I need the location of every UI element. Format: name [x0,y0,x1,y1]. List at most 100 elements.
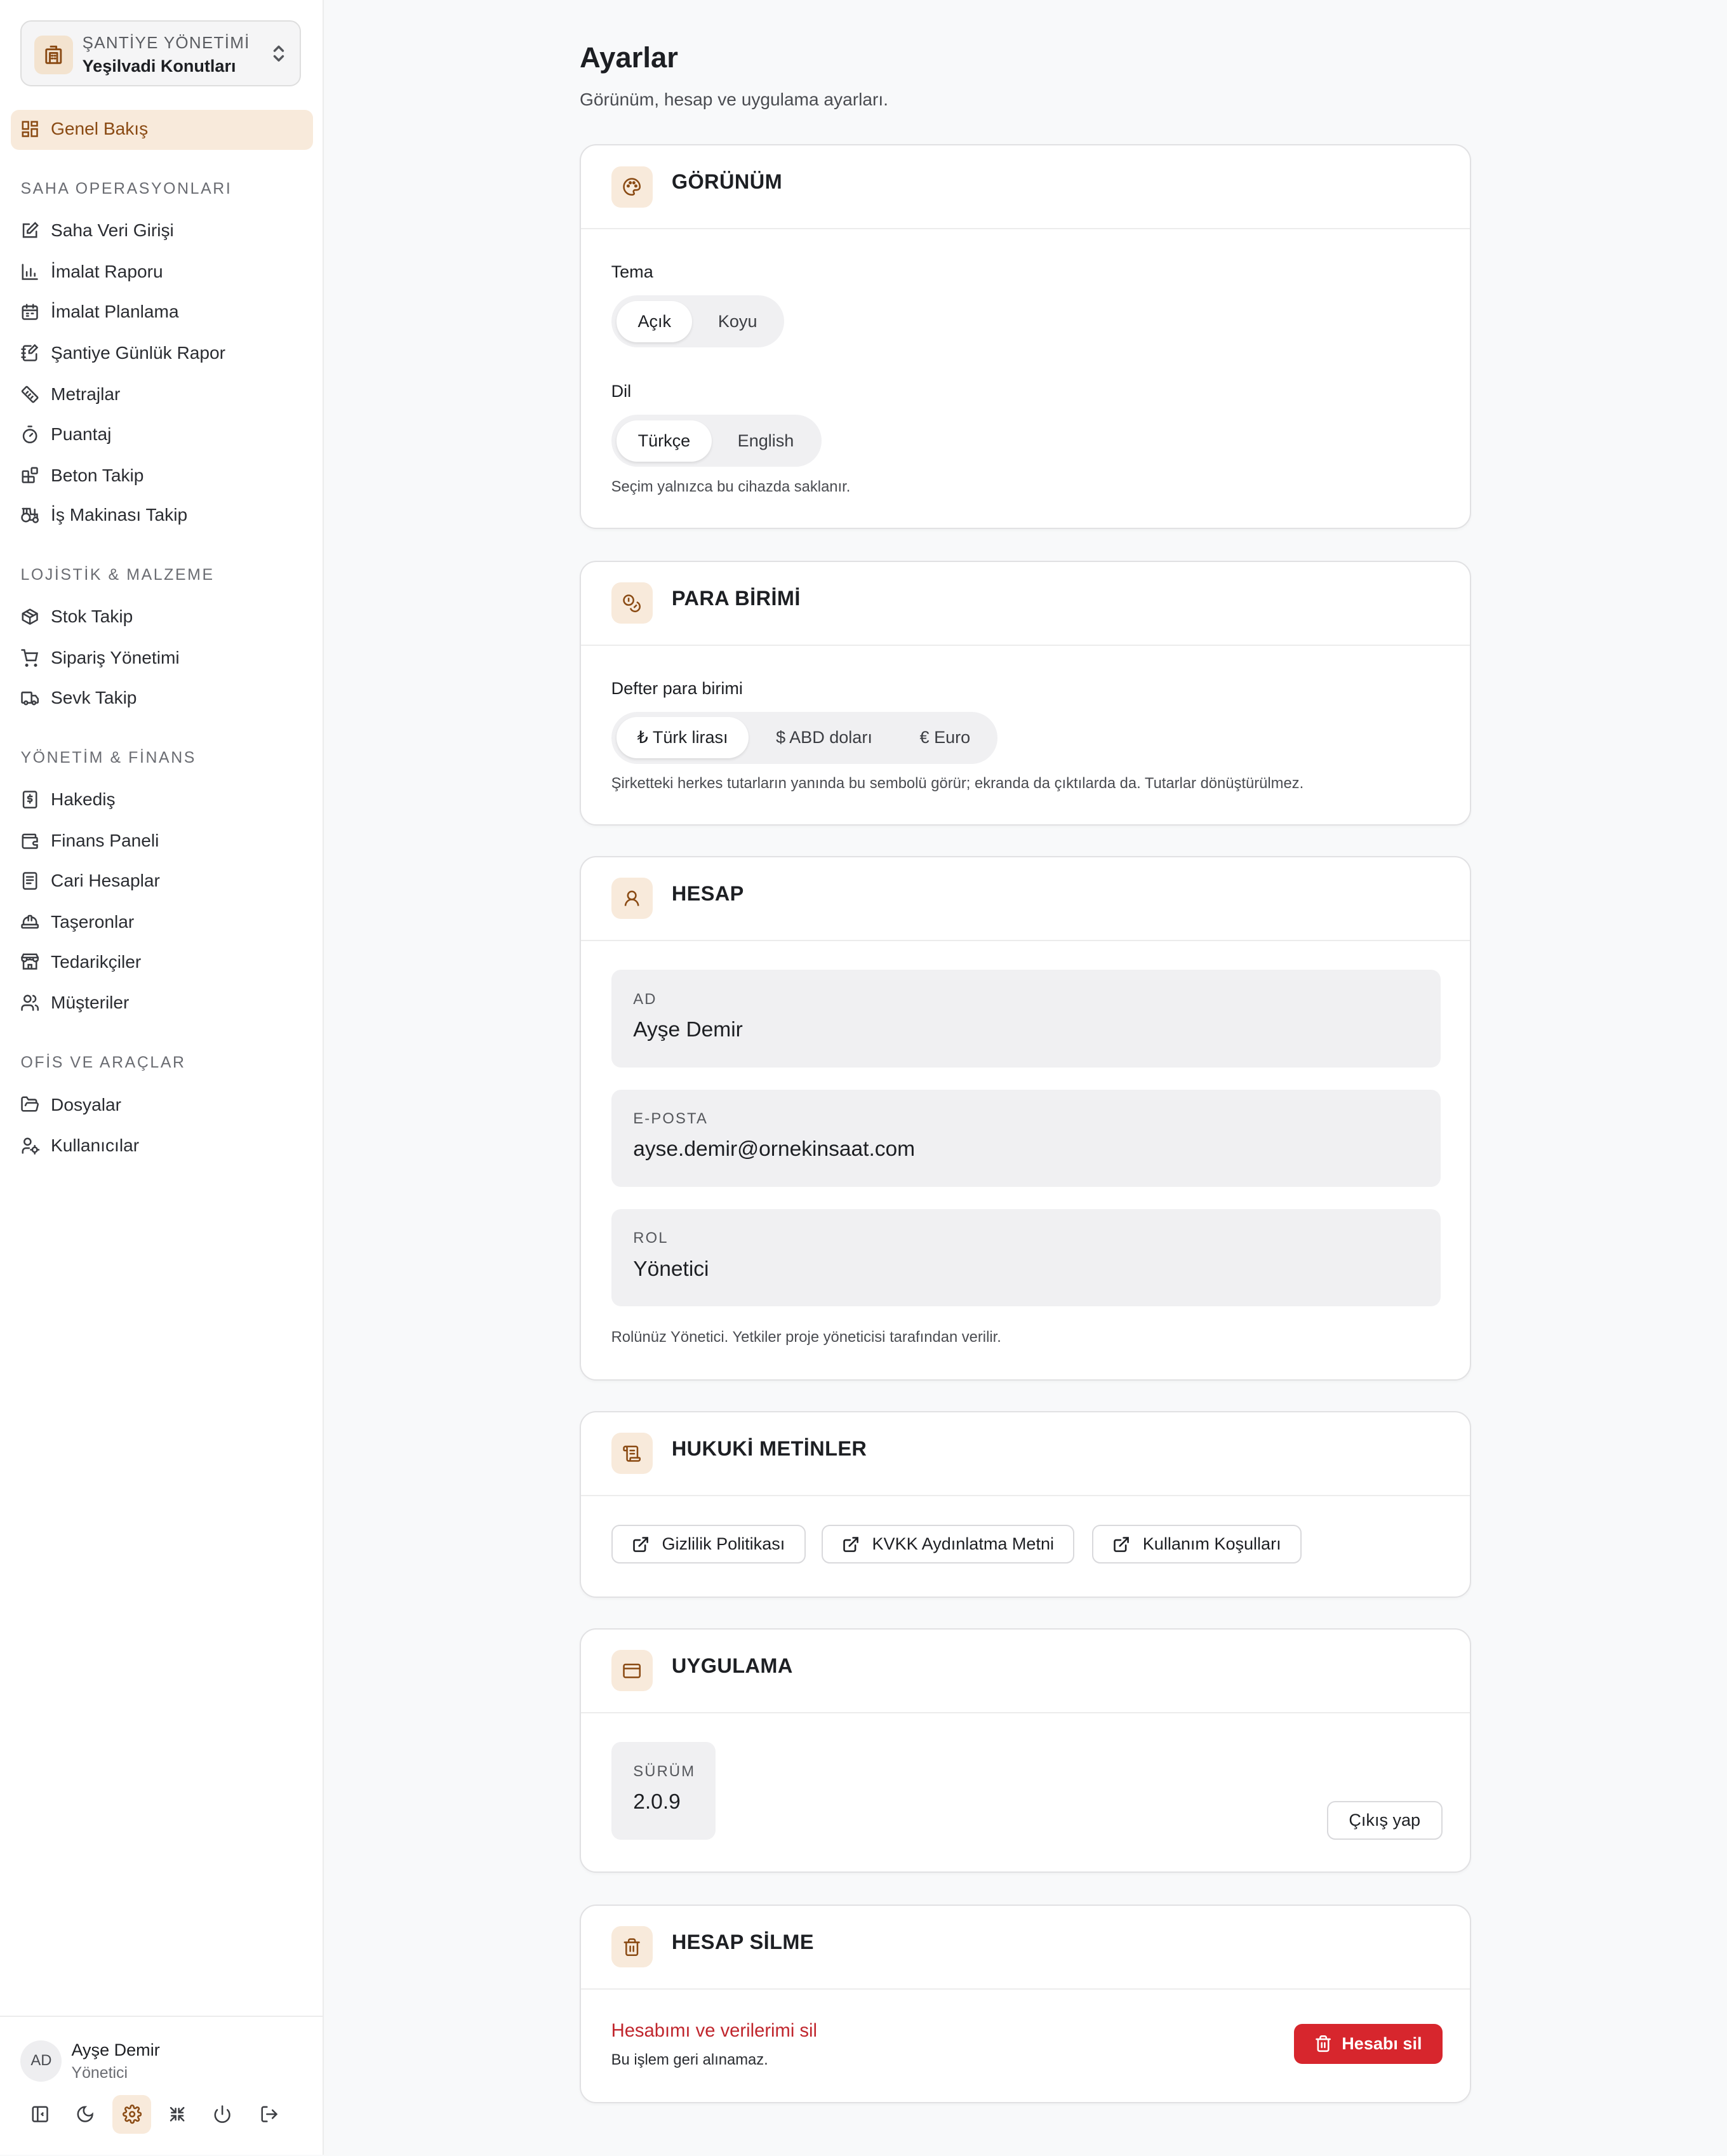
language-label: Dil [611,382,632,401]
version-value: 2.0.9 [633,1790,681,1814]
ruler-icon [22,385,39,403]
field-label: ROL [633,1229,669,1247]
sidebar-item-label: Stok Takip [51,606,133,627]
sidebar-item-puantaj[interactable]: Puantaj [20,420,111,448]
sidebar-item-label: Sipariş Yönetimi [51,648,180,668]
account-email-field: E-POSTA ayse.demir@ornekinsaat.com [611,1089,1441,1188]
receipt-icon [23,791,37,809]
minimize-button[interactable] [158,2095,197,2134]
trash-icon [611,1926,653,1968]
card-header: PARA BİRİMİ [581,562,1470,646]
sidebar-item-genel-bakis[interactable]: Genel Bakış [20,116,148,143]
moon-icon [77,2106,93,2123]
sidebar-item-metrajlar[interactable]: Metrajlar [20,380,120,408]
user-role: Yönetici [71,2063,128,2082]
gear-icon [122,2105,142,2124]
card-header: HUKUKİ METİNLER [581,1412,1470,1496]
sidebar-item-label: Beton Takip [51,465,144,485]
calendar-icon [22,304,39,320]
layout-grid-icon [22,121,39,137]
page-title: Ayarlar [580,41,678,74]
card-title: HUKUKİ METİNLER [671,1436,867,1460]
workspace-project: Yeşilvadi Konutları [82,56,236,76]
currency-option-try[interactable]: ₺ Türk lirası [617,717,749,759]
sidebar-toggle-button[interactable] [20,2095,59,2134]
currency-option-eur[interactable]: € Euro [900,717,990,758]
nav-section-title: OFİS VE ARAÇLAR [20,1054,186,1072]
nav-section-title: YÖNETİM & FİNANS [20,749,196,767]
sidebar-item-label: Cari Hesaplar [51,870,160,890]
sidebar-item-dosyalar[interactable]: Dosyalar [20,1091,121,1118]
delete-account-card: HESAP SİLME Hesabımı ve verilerimi sil B… [580,1904,1472,2104]
sidebar-item-label: Finans Paneli [51,831,159,851]
coins-icon [611,582,653,624]
account-role-field: ROL Yönetici [611,1209,1441,1307]
sidebar-item-cari-hesaplar[interactable]: Cari Hesaplar [20,867,160,894]
delete-account-button[interactable]: Hesabı sil [1293,2023,1443,2064]
theme-option-dark[interactable]: Koyu [697,301,779,342]
version-box: SÜRÜM 2.0.9 [611,1742,716,1840]
sidebar-item-saha-veri-girisi[interactable]: Saha Veri Girişi [20,217,174,244]
nav-section-title: LOJİSTİK & MALZEME [20,566,215,584]
privacy-policy-link[interactable]: Gizlilik Politikası [611,1525,806,1563]
ledger-icon [23,871,37,890]
logout-icon [261,2106,278,2123]
card-title: HESAP [671,881,744,905]
version-label: SÜRÜM [633,1762,696,1780]
external-link-icon [633,1536,648,1552]
user-cog-icon [22,1137,40,1155]
theme-option-light[interactable]: Açık [617,300,693,342]
sidebar-item-sevk-takip[interactable]: Sevk Takip [20,684,137,711]
sidebar-item-label: İmalat Planlama [51,302,179,322]
card-title: HESAP SİLME [671,1930,814,1953]
notebook-pen-icon [21,344,39,361]
sidebar-item-musteriler[interactable]: Müşteriler [20,989,129,1017]
trash-icon [1316,2035,1331,2052]
bar-chart-icon [22,264,39,280]
language-option-english[interactable]: English [716,420,816,462]
sidebar-item-imalat-planlama[interactable]: İmalat Planlama [20,298,179,326]
sidebar-item-santiye-gunluk-rapor[interactable]: Şantiye Günlük Rapor [20,339,225,366]
sidebar-item-label: Saha Veri Girişi [51,220,174,241]
building-icon [34,36,73,74]
sidebar-item-tedarikciler[interactable]: Tedarikçiler [20,948,141,975]
sidebar-item-hakedis[interactable]: Hakediş [20,786,116,814]
language-option-turkish[interactable]: Türkçe [617,420,712,462]
truck-icon [21,692,39,706]
sidebar-item-is-makinasi-takip[interactable]: İş Makinası Takip [20,502,187,529]
sidebar-item-label: İş Makinası Takip [51,505,188,525]
sidebar-item-label: Şantiye Günlük Rapor [51,343,226,363]
theme-segmented-control: Açık Koyu [611,295,785,348]
card-title: UYGULAMA [671,1654,793,1677]
sidebar-item-siparis-yonetimi[interactable]: Sipariş Yönetimi [20,645,180,672]
currency-segmented-control: ₺ Türk lirası $ ABD doları € Euro [611,711,997,764]
blocks-icon [22,467,39,484]
currency-option-usd[interactable]: $ ABD doları [754,717,895,758]
sidebar-item-stok-takip[interactable]: Stok Takip [20,603,133,631]
sidebar-item-kullanicilar[interactable]: Kullanıcılar [20,1132,139,1160]
currency-label: Defter para birimi [611,678,743,698]
sidebar-item-label: Dosyalar [51,1094,121,1115]
logout-button[interactable] [250,2095,289,2134]
kvkk-link[interactable]: KVKK Aydınlatma Metni [821,1525,1075,1563]
app-window-icon [611,1650,653,1692]
sidebar-item-beton-takip[interactable]: Beton Takip [20,462,143,489]
card-title: PARA BİRİMİ [671,586,801,610]
logout-button[interactable]: Çıkış yap [1326,1801,1443,1840]
terms-of-use-link[interactable]: Kullanım Koşulları [1091,1525,1302,1563]
sidebar-item-imalat-raporu[interactable]: İmalat Raporu [20,258,163,286]
sidebar-item-finans-paneli[interactable]: Finans Paneli [20,827,159,854]
workspace-switcher[interactable]: ŞANTİYE YÖNETİMİ Yeşilvadi Konutları [20,20,301,87]
avatar[interactable]: AD [20,2040,62,2082]
sidebar-item-taseronlar[interactable]: Taşeronlar [20,908,134,935]
power-button[interactable] [203,2095,242,2134]
nav-section-title: SAHA OPERASYONLARI [20,180,232,198]
settings-button[interactable] [112,2095,151,2134]
hard-hat-icon [21,914,39,928]
external-link-icon [1114,1536,1130,1552]
delete-account-heading: Hesabımı ve verilerimi sil [611,2021,817,2042]
field-label: AD [633,990,657,1008]
user-name: Ayşe Demir [71,2040,160,2059]
theme-toggle-button[interactable] [66,2095,105,2134]
user-icon [611,878,653,920]
